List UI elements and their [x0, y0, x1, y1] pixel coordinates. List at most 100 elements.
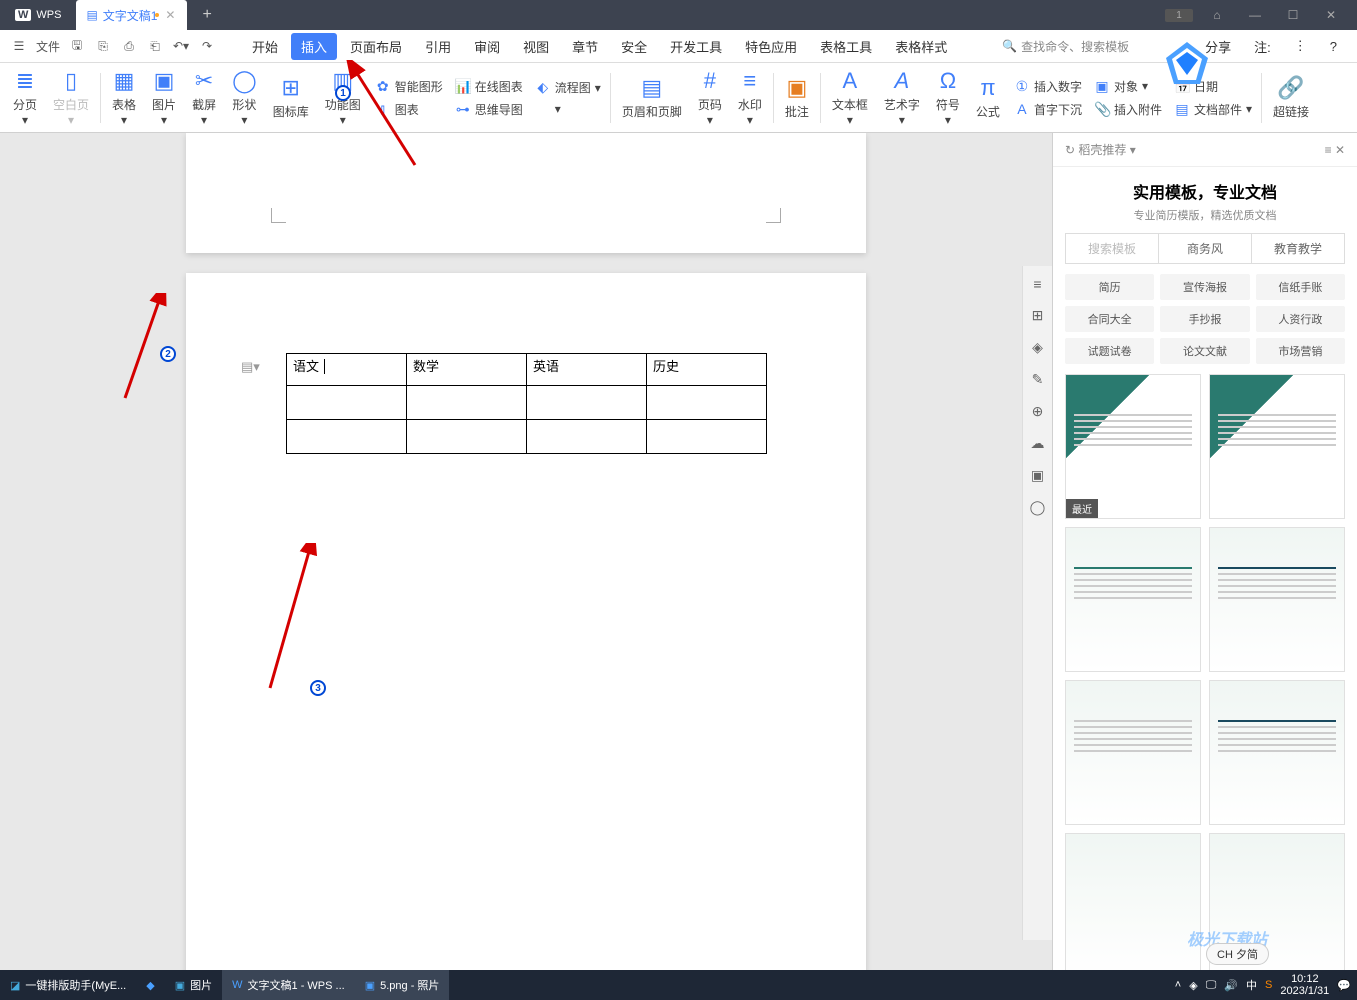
maximize-icon[interactable]: ☐ [1279, 8, 1307, 22]
header-footer-button[interactable]: ▤页眉和页脚 [614, 73, 690, 122]
tray-icon[interactable]: ◈ [1189, 979, 1197, 992]
tray-clock[interactable]: 10:122023/1/31 [1280, 973, 1329, 997]
attachment-button[interactable]: 📎插入附件 [1094, 101, 1162, 118]
menu-security[interactable]: 安全 [611, 33, 657, 60]
side-icon[interactable]: ⊕ [1032, 403, 1044, 420]
shape-button[interactable]: ◯形状▾ [224, 66, 265, 129]
minimize-icon[interactable]: — [1241, 8, 1269, 22]
table-cell[interactable]: 历史 [647, 354, 767, 386]
help-icon[interactable]: ? [1320, 35, 1347, 58]
command-search[interactable]: 🔍 查找命令、搜索模板 [1002, 38, 1129, 55]
menu-page-layout[interactable]: 页面布局 [340, 33, 412, 60]
online-chart-button[interactable]: 📊在线图表 [455, 78, 523, 95]
side-icon[interactable]: ◯ [1030, 499, 1046, 516]
side-icon[interactable]: ▣ [1031, 467, 1044, 484]
file-menu[interactable]: 文件 [36, 38, 60, 55]
ime-indicator[interactable]: CH 夕简 [1206, 943, 1269, 965]
formula-button[interactable]: π公式 [968, 73, 1008, 122]
table-cell[interactable]: 英语 [527, 354, 647, 386]
template-thumb[interactable] [1065, 833, 1201, 970]
icon-lib-button[interactable]: ⊞图标库 [265, 73, 317, 122]
object-button[interactable]: ▣对象▾ [1094, 78, 1162, 95]
table-cell[interactable]: 数学 [407, 354, 527, 386]
more-icon[interactable]: ⋮ [1284, 34, 1317, 58]
side-icon[interactable]: ◈ [1032, 339, 1043, 356]
document-tab[interactable]: ▤文字文稿1 ✕ [76, 0, 187, 30]
paragraph-mark-icon[interactable]: ▤▾ [241, 359, 260, 375]
print-icon[interactable]: ⎙ [120, 37, 138, 55]
settings-icon[interactable]: ⌂ [1203, 8, 1231, 22]
symbol-button[interactable]: Ω符号▾ [928, 66, 968, 129]
menu-reference[interactable]: 引用 [415, 33, 461, 60]
template-thumb[interactable] [1065, 527, 1201, 672]
doc-parts-button[interactable]: ▤文档部件▾ [1174, 101, 1252, 118]
taskbar-app-active[interactable]: W文字文稿1 - WPS ... [222, 970, 355, 1000]
refresh-icon[interactable]: ↻ [1065, 143, 1075, 157]
menu-section[interactable]: 章节 [562, 33, 608, 60]
side-icon[interactable]: ⊞ [1032, 307, 1044, 324]
undo-icon[interactable]: ↶▾ [172, 37, 190, 55]
panel-tab[interactable]: 搜索模板 [1066, 234, 1159, 263]
taskbar-app[interactable]: ▣图片 [165, 970, 222, 1000]
panel-menu-icon[interactable]: ≡ ✕ [1325, 143, 1345, 157]
template-thumb[interactable] [1065, 680, 1201, 825]
side-icon[interactable]: ☁ [1031, 435, 1045, 452]
menu-insert[interactable]: 插入 [291, 33, 337, 60]
tag-chip[interactable]: 合同大全 [1065, 306, 1154, 332]
tab-close-icon[interactable]: ✕ [165, 8, 175, 22]
mind-map-dd[interactable]: ▾ [535, 102, 601, 116]
watermark-button[interactable]: ≡水印▾ [730, 66, 770, 129]
tag-chip[interactable]: 简历 [1065, 274, 1154, 300]
tray-notification-icon[interactable]: 💬 [1337, 979, 1351, 992]
panel-tab[interactable]: 商务风 [1159, 234, 1252, 263]
side-icon[interactable]: ≡ [1033, 276, 1041, 292]
tag-chip[interactable]: 手抄报 [1160, 306, 1249, 332]
taskbar-app[interactable]: ◆ [136, 970, 164, 1000]
panel-tab[interactable]: 教育教学 [1252, 234, 1344, 263]
tag-chip[interactable]: 市场营销 [1256, 338, 1345, 364]
print-preview-icon[interactable]: ⎘ [94, 37, 112, 55]
tray-network-icon[interactable]: 🖵 [1206, 979, 1217, 992]
flow-chart-button[interactable]: ⬖流程图▾ [535, 79, 601, 96]
insert-num-button[interactable]: ①插入数字 [1014, 78, 1082, 95]
textbox-button[interactable]: A文本框▾ [824, 66, 876, 129]
menu-review[interactable]: 审阅 [464, 33, 510, 60]
close-icon[interactable]: ✕ [1317, 8, 1345, 22]
new-tab-button[interactable]: + [187, 6, 226, 24]
menu-start[interactable]: 开始 [242, 33, 288, 60]
tag-chip[interactable]: 试题试卷 [1065, 338, 1154, 364]
menu-table-style[interactable]: 表格样式 [885, 33, 957, 60]
table-button[interactable]: ▦表格▾ [104, 66, 144, 129]
side-icon[interactable]: ✎ [1032, 371, 1044, 388]
template-thumb[interactable] [1209, 527, 1345, 672]
hamburger-icon[interactable]: ☰ [10, 37, 28, 55]
table-cell[interactable]: 语文 [287, 354, 407, 386]
tray-volume-icon[interactable]: 🔊 [1224, 979, 1238, 992]
tag-chip[interactable]: 论文文献 [1160, 338, 1249, 364]
mind-map-button[interactable]: ⊶思维导图 [455, 101, 523, 118]
taskbar-app[interactable]: ◪一键排版助手(MyE... [0, 970, 136, 1000]
page-break-button[interactable]: ≣分页▾ [5, 66, 45, 129]
comment-button[interactable]: ▣批注 [777, 73, 817, 122]
user-badge[interactable]: 1 [1165, 9, 1193, 22]
save-icon[interactable]: 🖫 [68, 37, 86, 55]
template-thumb[interactable] [1209, 374, 1345, 519]
menu-view[interactable]: 视图 [513, 33, 559, 60]
screenshot-button[interactable]: ✂截屏▾ [184, 66, 224, 129]
tray-lang[interactable]: 中 [1246, 977, 1257, 993]
assistant-bird-icon[interactable] [1162, 40, 1212, 90]
template-thumb[interactable] [1209, 680, 1345, 825]
hyperlink-button[interactable]: 🔗超链接 [1265, 73, 1317, 122]
menu-featured[interactable]: 特色应用 [735, 33, 807, 60]
page-num-button[interactable]: #页码▾ [690, 66, 730, 129]
quick-print-icon[interactable]: ⎗ [146, 37, 164, 55]
menu-table-tools[interactable]: 表格工具 [810, 33, 882, 60]
tag-chip[interactable]: 人资行政 [1256, 306, 1345, 332]
redo-icon[interactable]: ↷ [198, 37, 216, 55]
template-thumb[interactable]: 最近 [1065, 374, 1201, 519]
tag-chip[interactable]: 信纸手账 [1256, 274, 1345, 300]
wordart-button[interactable]: A艺术字▾ [876, 66, 928, 129]
tray-chevron-icon[interactable]: ˄ [1175, 979, 1181, 991]
taskbar-app[interactable]: ▣5.png - 照片 [355, 970, 450, 1000]
document-table[interactable]: 语文 数学 英语 历史 [286, 353, 767, 454]
